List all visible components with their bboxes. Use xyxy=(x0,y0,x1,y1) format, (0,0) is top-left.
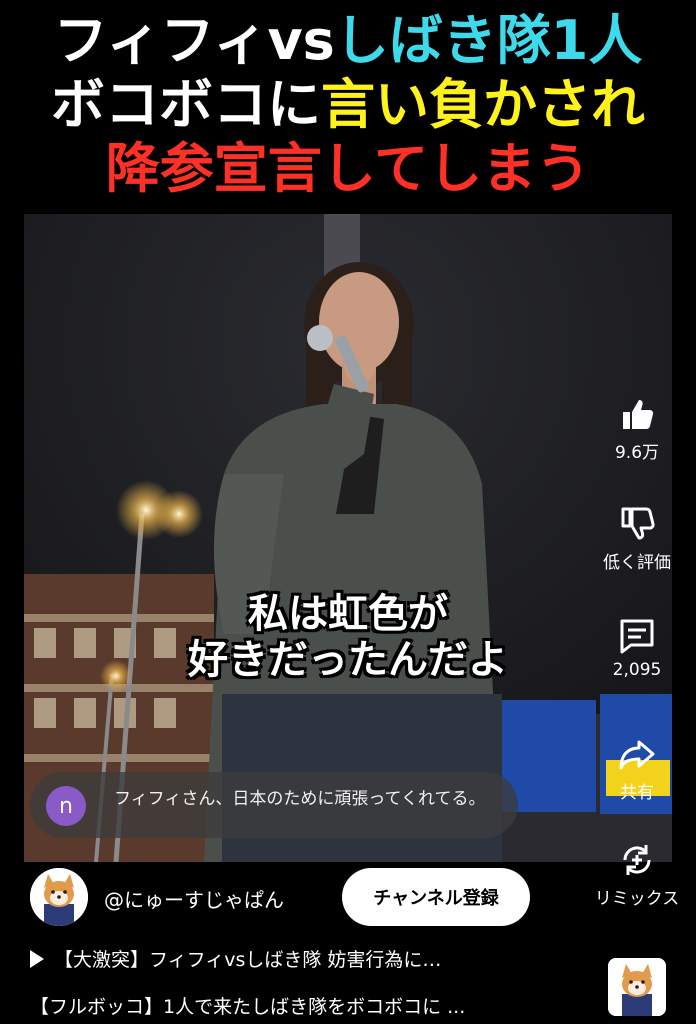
remix-icon xyxy=(623,845,651,875)
sound-thumbnail[interactable] xyxy=(608,958,666,1016)
dislike-label: 低く評価 xyxy=(603,553,671,573)
banner-line-3: 降参宣言してしまう xyxy=(105,137,591,200)
dislike-button[interactable]: 低く評価 xyxy=(592,504,682,573)
remix-label: リミックス xyxy=(594,889,680,909)
like-count: 9.6万 xyxy=(614,443,660,463)
banner-line-1-cyan: しばき隊1人 xyxy=(334,9,643,72)
share-button[interactable]: 共有 xyxy=(592,734,682,803)
playlist-item-1[interactable]: 【大激突】フィフィvsしばき隊 妨害行為に… xyxy=(30,945,590,972)
playlist-item-1-title: 【大激突】フィフィvsしばき隊 妨害行為に… xyxy=(54,949,442,971)
banner-line-2-yellow: 言い負かされ xyxy=(321,73,645,136)
remix-button[interactable]: リミックス xyxy=(592,840,682,909)
channel-name[interactable]: @にゅーすじゃぱん xyxy=(104,884,284,913)
comment-count: 2,095 xyxy=(612,660,662,680)
banner-line-2: ボコボコに言い負かされ xyxy=(0,78,696,132)
thumbs-up-icon xyxy=(623,400,654,429)
video-player[interactable]: 私は虹色が 好きだったんだよ xyxy=(24,214,672,862)
pinned-comment[interactable]: n フィフィさん、日本のために頑張ってくれてる。 xyxy=(30,772,518,838)
comment-avatar: n xyxy=(46,786,86,826)
banner-line-2-white: ボコボコに xyxy=(51,73,321,136)
shiba-dog-icon xyxy=(30,868,88,926)
channel-avatar[interactable] xyxy=(30,868,88,926)
thumbs-down-icon xyxy=(621,507,655,540)
playlist-item-2[interactable]: 【フルボッコ】1人で来たしばき隊をボコボコに ... xyxy=(30,992,590,1019)
banner-line-1-white: フィフィvs xyxy=(53,9,335,72)
video-scene xyxy=(24,214,672,862)
comment-icon xyxy=(620,619,654,654)
share-icon xyxy=(619,740,655,770)
shiba-dog-icon xyxy=(608,958,666,1016)
comment-text: フィフィさん、日本のために頑張ってくれてる。 xyxy=(114,789,486,809)
subscribe-button[interactable]: チャンネル登録 xyxy=(342,868,530,926)
like-button[interactable]: 9.6万 xyxy=(592,394,682,463)
share-label: 共有 xyxy=(620,783,654,803)
video-subtitle-line-2: 好きだったんだよ xyxy=(188,637,508,683)
play-icon xyxy=(30,950,44,968)
video-subtitle-line-1: 私は虹色が xyxy=(248,591,448,637)
banner-line-1: フィフィvsしばき隊1人 xyxy=(0,14,696,68)
comments-button[interactable]: 2,095 xyxy=(592,616,682,680)
